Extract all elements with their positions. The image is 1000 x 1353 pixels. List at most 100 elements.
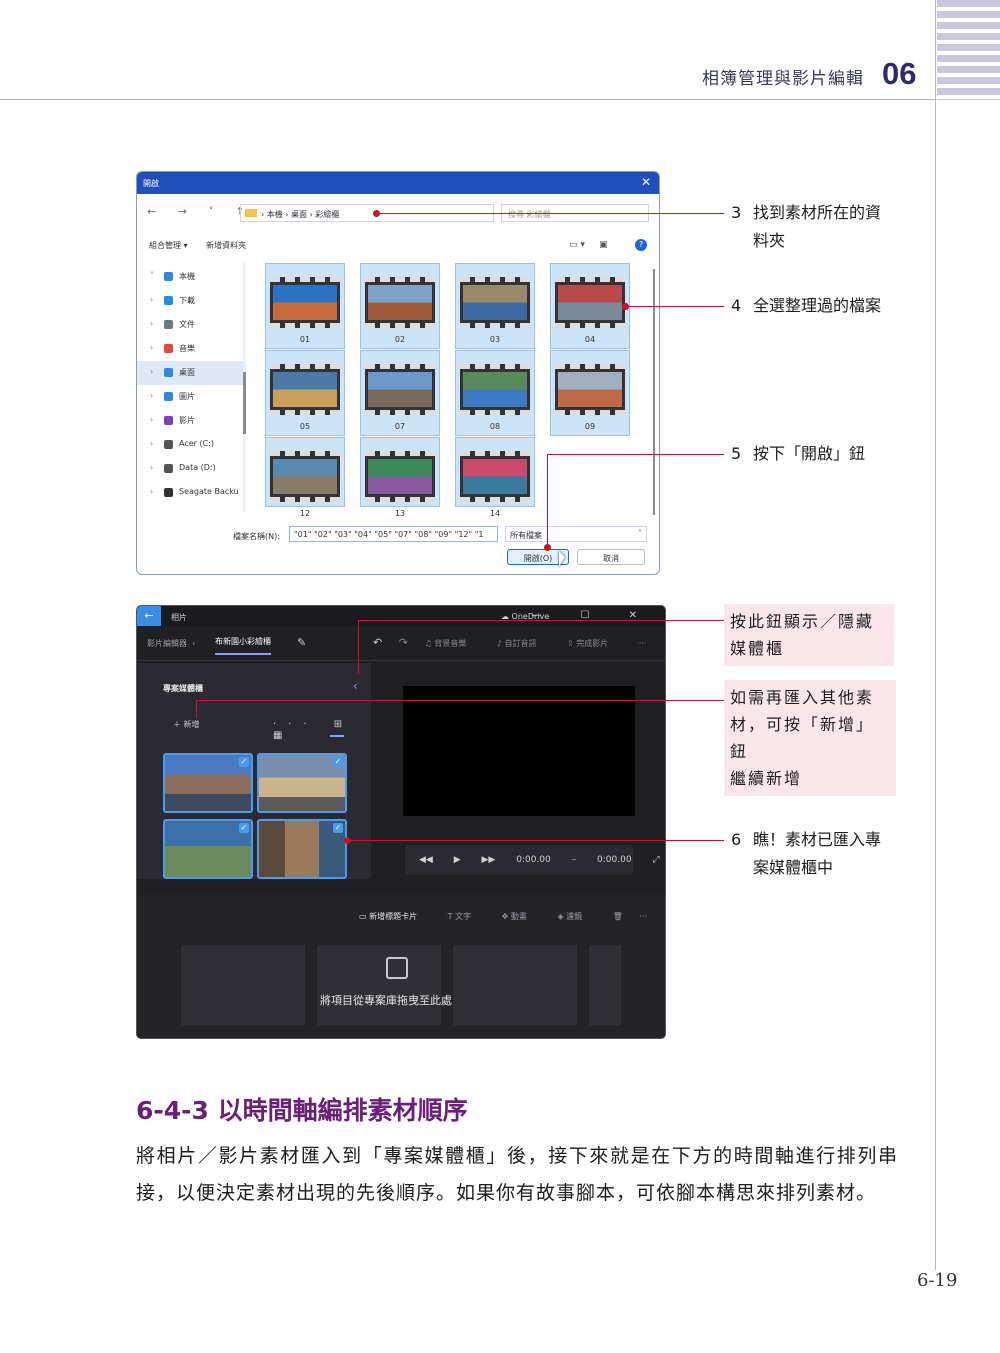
current-time: 0:00.00	[516, 855, 551, 865]
tree-item[interactable]: › Seagate Backu	[137, 481, 243, 505]
dialog-title: 開啟	[143, 179, 159, 188]
callout-6: 6 瞧！素材已匯入專 案媒體櫃中	[731, 826, 881, 882]
file-thumbnail[interactable]: 07	[360, 350, 440, 436]
media-thumb[interactable]: ✓	[163, 819, 253, 879]
tree-item[interactable]: › 影片	[137, 409, 243, 433]
media-thumb[interactable]: ✓	[257, 819, 347, 879]
media-thumb[interactable]: ✓	[163, 753, 253, 813]
text-button[interactable]: T 文字	[448, 912, 485, 921]
file-thumbnail[interactable]: 08	[455, 350, 535, 436]
timeline-more-icon[interactable]: ···	[639, 912, 647, 921]
expand-arrow-icon[interactable]: ›	[150, 367, 153, 376]
file-thumbnail[interactable]: 01	[265, 263, 345, 349]
callout-line	[358, 620, 359, 674]
skip-back-icon[interactable]: ◀◀	[419, 855, 433, 865]
filename-label: 檔案名稱(N):	[233, 532, 280, 541]
tree-item-label: 圖片	[179, 392, 195, 401]
folder-icon	[164, 464, 173, 473]
file-thumbnail[interactable]: 14	[455, 437, 535, 518]
check-icon: ✓	[239, 757, 249, 767]
play-icon[interactable]: ▶	[454, 855, 461, 865]
library-more-icon[interactable]: ···	[273, 719, 319, 730]
motion-button[interactable]: ✥ 動畫	[502, 912, 541, 921]
finish-button[interactable]: ⇪ 完成影片	[567, 639, 622, 648]
thumbnail-image	[365, 277, 435, 328]
file-type-select[interactable]: 所有檔案 ˅	[505, 526, 647, 542]
expand-arrow-icon[interactable]: ›	[150, 487, 153, 496]
fullscreen-icon[interactable]: ⤢	[652, 855, 659, 865]
file-name: 01	[299, 335, 311, 344]
tree-item-label: Acer (C:)	[179, 439, 215, 448]
skip-forward-icon[interactable]: ▶▶	[482, 855, 496, 865]
audio-label: 自訂音訊	[504, 639, 537, 648]
delete-icon[interactable]: 🗑	[613, 912, 623, 921]
expand-arrow-icon[interactable]: ›	[150, 415, 153, 424]
organize-button[interactable]: 組合管理 ▾	[149, 241, 188, 250]
file-thumbnail[interactable]: 05	[265, 350, 345, 436]
audio-button[interactable]: ♪ 自訂音訊	[497, 639, 551, 648]
storyboard-slot[interactable]	[181, 945, 305, 1025]
tree-item-label: 本機	[179, 272, 195, 281]
expand-arrow-icon[interactable]: ›	[150, 343, 153, 352]
callout-import-more: 如需再匯入其他素 材，可按「新增」鈕 繼續新增	[724, 680, 896, 796]
tree-item[interactable]: ˅ 本機	[137, 265, 243, 289]
media-thumb[interactable]: ✓	[257, 753, 347, 813]
callout-import-text-3: 繼續新增	[730, 769, 803, 788]
dialog-titlebar: 開啟 ✕	[137, 172, 659, 194]
storyboard-slot[interactable]	[317, 945, 441, 1025]
title-card-label: 新增標題卡片	[369, 912, 418, 921]
tree-scrollbar[interactable]	[243, 262, 246, 512]
expand-arrow-icon[interactable]: ›	[150, 439, 153, 448]
tab-project[interactable]: 布新園小彩繪櫃	[215, 636, 271, 655]
cancel-button[interactable]: 取消	[577, 549, 645, 565]
more-icon[interactable]: ···	[639, 639, 647, 648]
back-arrow-icon[interactable]: ←	[137, 606, 161, 626]
callout-toggle-text-2: 媒體櫃	[730, 639, 785, 658]
tree-item[interactable]: › 下載	[137, 289, 243, 313]
expand-arrow-icon[interactable]: ›	[150, 463, 153, 472]
file-thumbnail[interactable]: 13	[360, 437, 440, 518]
folder-icon	[245, 209, 257, 217]
file-thumbnail[interactable]: 09	[550, 350, 630, 436]
tree-item[interactable]: › 桌面	[137, 361, 243, 385]
callout-3-number: 3	[731, 203, 742, 222]
expand-arrow-icon[interactable]: ›	[150, 295, 153, 304]
callout-line	[348, 840, 724, 841]
tree-item[interactable]: › Acer (C:)	[137, 433, 243, 457]
tree-item[interactable]: › Data (D:)	[137, 457, 243, 481]
file-name: 07	[394, 422, 406, 431]
file-thumbnail[interactable]: 04	[550, 263, 630, 349]
expand-arrow-icon[interactable]: ›	[150, 391, 153, 400]
file-thumbnail[interactable]: 02	[360, 263, 440, 349]
view-options-icon[interactable]: ▭ ▾ ▣	[569, 240, 608, 250]
undo-icon[interactable]: ↶	[373, 636, 382, 649]
tree-item[interactable]: › 文件	[137, 313, 243, 337]
file-thumbnail[interactable]: 12	[265, 437, 345, 518]
pencil-icon[interactable]: ✎	[297, 636, 306, 649]
close-icon[interactable]: ✕	[641, 175, 651, 189]
check-icon: ✓	[333, 823, 343, 833]
file-thumbnail[interactable]: 03	[455, 263, 535, 349]
expand-arrow-icon[interactable]: ›	[150, 319, 153, 328]
redo-icon[interactable]: ↷	[399, 636, 408, 649]
music-button[interactable]: ♫ 背景音樂	[425, 639, 481, 648]
view-toggle[interactable]: ··· ⊞ ▦	[273, 719, 371, 741]
nav-arrows[interactable]: ← → ˅ ↑	[147, 205, 254, 218]
add-title-card-button[interactable]: ▭ 新增標題卡片	[359, 912, 431, 921]
toolbar-divider	[137, 660, 665, 661]
storyboard-slot[interactable]	[453, 945, 577, 1025]
storyboard-slot[interactable]	[589, 945, 621, 1025]
filename-field[interactable]: "01" "02" "03" "04" "05" "07" "08" "09" …	[289, 526, 498, 542]
filter-button[interactable]: ◈ 濾鏡	[557, 912, 596, 921]
tree-item[interactable]: › 音樂	[137, 337, 243, 361]
collapse-library-icon[interactable]: ‹	[353, 679, 358, 693]
tab-video-editor[interactable]: 影片編輯器 ›	[147, 638, 195, 649]
callout-4: 4 全選整理過的檔案	[731, 292, 881, 320]
expand-arrow-icon[interactable]: ˅	[150, 271, 154, 280]
callout-import-text-2: 材，可按「新增」鈕	[730, 715, 875, 761]
new-folder-button[interactable]: 新增資料夾	[206, 241, 246, 250]
tree-item[interactable]: › 圖片	[137, 385, 243, 409]
add-media-button[interactable]: ＋ 新增	[173, 719, 200, 730]
help-icon[interactable]: ?	[635, 239, 647, 251]
file-name: 04	[584, 335, 596, 344]
